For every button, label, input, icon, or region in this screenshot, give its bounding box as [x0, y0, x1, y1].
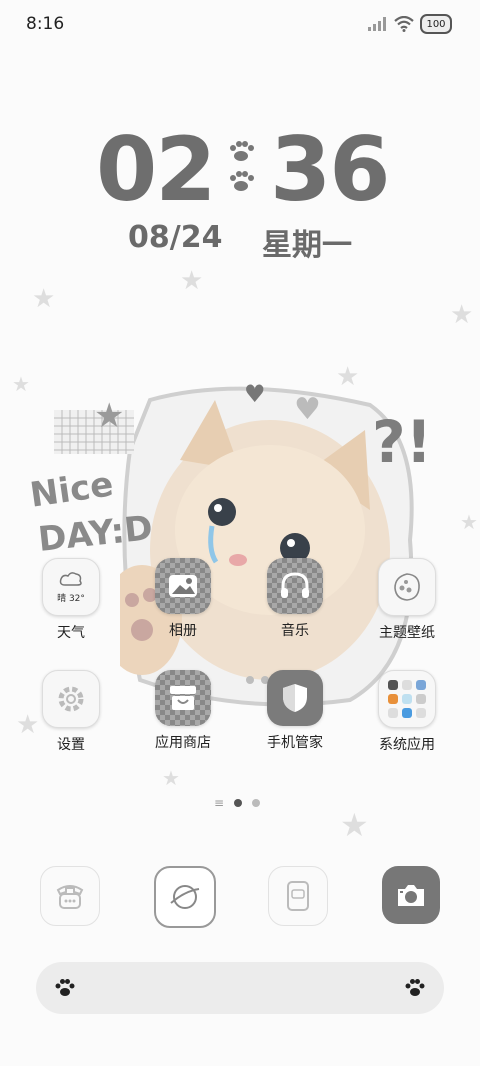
weather-icon[interactable]: 晴 32°: [42, 558, 100, 616]
app-music[interactable]: 音乐: [250, 558, 340, 640]
page-indicator[interactable]: ≡: [214, 796, 261, 810]
browser-icon: [170, 885, 200, 909]
search-bar[interactable]: [36, 962, 444, 1014]
paw-separator-icon: [230, 141, 254, 191]
app-label: 系统应用: [379, 737, 435, 753]
signal-icon: [368, 17, 386, 31]
dock-camera[interactable]: [382, 866, 440, 924]
clock-date: 08/24: [128, 220, 223, 255]
app-label: 手机管家: [267, 735, 323, 751]
phone-icon: [56, 885, 84, 909]
dock-messages[interactable]: [268, 866, 328, 926]
wifi-icon: [394, 16, 414, 32]
heart-icon: ♥: [294, 392, 321, 427]
star-decoration: ★: [32, 284, 56, 314]
battery-indicator: 100: [420, 14, 452, 34]
cloud-icon: [59, 571, 82, 586]
nice-text: Nice: [27, 464, 116, 516]
theme-icon[interactable]: [378, 558, 436, 616]
app-label: 音乐: [281, 623, 309, 639]
dock-phone[interactable]: [40, 866, 100, 926]
broken-heart-icon: ♥: [244, 380, 266, 408]
star-decoration: ★: [340, 806, 369, 844]
app-label: 天气: [57, 625, 85, 641]
star-decoration: ★: [94, 396, 125, 436]
page-dot-active[interactable]: [234, 799, 243, 807]
store-icon[interactable]: [155, 670, 211, 726]
weather-widget-text: 晴 32°: [57, 593, 85, 604]
status-icons: 100: [368, 14, 452, 34]
app-label: 应用商店: [155, 735, 211, 751]
app-folder-system[interactable]: 系统应用: [362, 670, 452, 754]
app-label: 设置: [57, 737, 85, 753]
star-decoration: ★: [162, 766, 180, 790]
paw-icon: [55, 979, 75, 996]
clock-minute[interactable]: 36: [270, 126, 390, 214]
star-decoration: ★: [12, 372, 30, 396]
status-time: 8:16: [26, 14, 65, 34]
star-decoration: ★: [450, 300, 474, 330]
app-themes[interactable]: 主题壁纸: [362, 558, 452, 642]
app-label: 相册: [169, 623, 197, 639]
app-store[interactable]: 应用商店: [138, 670, 228, 752]
star-decoration: ★: [180, 266, 204, 296]
clock-weekday: 星期一: [262, 228, 352, 263]
page-dot[interactable]: [252, 799, 261, 807]
shield-icon[interactable]: [267, 670, 323, 726]
app-weather[interactable]: 晴 32° 天气: [26, 558, 116, 642]
dock-browser[interactable]: [154, 866, 216, 928]
camera-icon: [398, 885, 424, 906]
folder-icon[interactable]: [378, 670, 436, 728]
app-settings[interactable]: 设置: [26, 670, 116, 754]
star-decoration: ★: [460, 510, 478, 534]
headphones-icon[interactable]: [267, 558, 323, 614]
list-icon[interactable]: ≡: [214, 796, 224, 810]
app-label: 主题壁纸: [379, 625, 435, 641]
messages-icon: [287, 881, 309, 911]
settings-icon[interactable]: [42, 670, 100, 728]
paw-icon: [405, 979, 425, 996]
gallery-icon[interactable]: [155, 558, 211, 614]
app-gallery[interactable]: 相册: [138, 558, 228, 640]
app-phone-manager[interactable]: 手机管家: [250, 670, 340, 752]
clock-hour[interactable]: 02: [96, 126, 216, 214]
question-exclamation-text: ?!: [372, 408, 433, 476]
